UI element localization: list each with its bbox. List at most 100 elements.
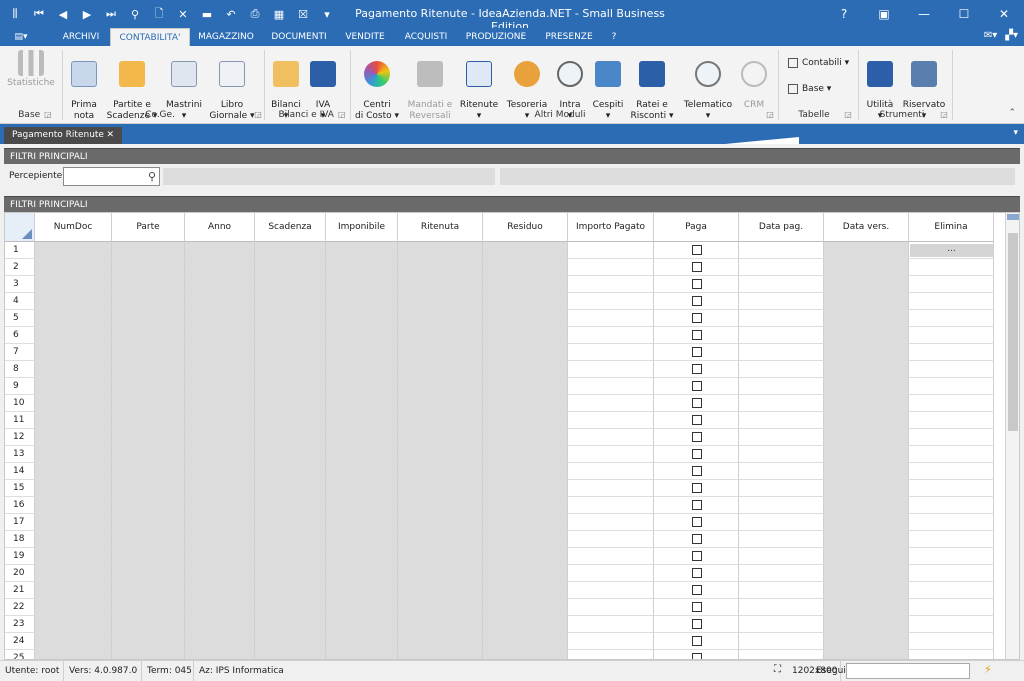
grid-cell[interactable] bbox=[568, 531, 654, 548]
paga-checkbox[interactable] bbox=[691, 262, 702, 272]
scroll-thumb[interactable] bbox=[1008, 233, 1018, 431]
percepiente-input[interactable]: ⚲ bbox=[63, 167, 160, 186]
paga-checkbox[interactable] bbox=[691, 313, 702, 323]
column-header-parte[interactable]: Parte bbox=[112, 213, 185, 242]
grid-cell[interactable] bbox=[654, 259, 739, 276]
grid-cell[interactable] bbox=[654, 293, 739, 310]
table-row[interactable]: 16 bbox=[5, 497, 1005, 514]
grid-cell[interactable] bbox=[654, 616, 739, 633]
grid-cell[interactable] bbox=[909, 548, 994, 565]
grid-cell[interactable] bbox=[739, 395, 824, 412]
table-row[interactable]: 9 bbox=[5, 378, 1005, 395]
first-record-icon[interactable]: ⏮ bbox=[28, 3, 50, 25]
grid-cell[interactable] bbox=[654, 378, 739, 395]
table-row[interactable]: 2 bbox=[5, 259, 1005, 276]
column-header-numdoc[interactable]: NumDoc bbox=[35, 213, 112, 242]
grid-cell[interactable] bbox=[909, 344, 994, 361]
table-row[interactable]: 12 bbox=[5, 429, 1005, 446]
grid-cell[interactable] bbox=[654, 276, 739, 293]
grid-cell[interactable] bbox=[568, 310, 654, 327]
tab-vendite[interactable]: VENDITE bbox=[338, 28, 392, 46]
paga-checkbox[interactable] bbox=[691, 602, 702, 612]
grid-cell[interactable] bbox=[739, 259, 824, 276]
row-number[interactable]: 3 bbox=[5, 276, 35, 293]
dialog-launcher-icon[interactable]: ◲ bbox=[940, 110, 948, 119]
grid-cell[interactable] bbox=[654, 463, 739, 480]
fullscreen-icon[interactable]: ⛶ bbox=[774, 664, 781, 675]
tab-acquisti[interactable]: ACQUISTI bbox=[396, 28, 456, 46]
column-header-elimina[interactable]: Elimina bbox=[909, 213, 994, 242]
column-header-paga[interactable]: Paga bbox=[654, 213, 739, 242]
table-row[interactable]: 8 bbox=[5, 361, 1005, 378]
grid-cell[interactable] bbox=[909, 480, 994, 497]
window-close-icon[interactable]: ✕ bbox=[984, 0, 1024, 28]
row-number[interactable]: 22 bbox=[5, 599, 35, 616]
column-header-scadenza[interactable]: Scadenza bbox=[255, 213, 326, 242]
grid-cell[interactable] bbox=[739, 531, 824, 548]
grid-cell[interactable] bbox=[739, 616, 824, 633]
paga-checkbox[interactable] bbox=[691, 364, 702, 374]
grid-cell[interactable] bbox=[568, 395, 654, 412]
grid-cell[interactable] bbox=[654, 446, 739, 463]
grid-cell[interactable] bbox=[568, 276, 654, 293]
scroll-up-icon[interactable] bbox=[1007, 214, 1019, 220]
grid-cell[interactable] bbox=[568, 446, 654, 463]
row-number[interactable]: 15 bbox=[5, 480, 35, 497]
document-tab[interactable]: Pagamento Ritenute ✕ bbox=[4, 127, 122, 144]
grid-cell[interactable] bbox=[654, 599, 739, 616]
paga-checkbox[interactable] bbox=[691, 636, 702, 646]
paga-checkbox[interactable] bbox=[691, 296, 702, 306]
row-number[interactable]: 2 bbox=[5, 259, 35, 276]
grid-cell[interactable] bbox=[568, 565, 654, 582]
grid-cell[interactable]: ... bbox=[909, 242, 994, 259]
column-header-anno[interactable]: Anno bbox=[185, 213, 255, 242]
paga-checkbox[interactable] bbox=[691, 245, 702, 255]
grid-cell[interactable] bbox=[909, 327, 994, 344]
grid-cell[interactable] bbox=[568, 344, 654, 361]
grid-cell[interactable] bbox=[568, 616, 654, 633]
row-number[interactable]: 8 bbox=[5, 361, 35, 378]
crm-button[interactable]: CRM bbox=[738, 50, 770, 111]
table-row[interactable]: 6 bbox=[5, 327, 1005, 344]
grid-cell[interactable] bbox=[568, 633, 654, 650]
grid-cell[interactable] bbox=[654, 395, 739, 412]
grid-cell[interactable] bbox=[909, 599, 994, 616]
table-row[interactable]: 1... bbox=[5, 242, 1005, 259]
calendar-icon[interactable]: ▦ bbox=[268, 3, 290, 25]
table-row[interactable]: 18 bbox=[5, 531, 1005, 548]
table-row[interactable]: 10 bbox=[5, 395, 1005, 412]
grid-cell[interactable] bbox=[739, 480, 824, 497]
grid-cell[interactable] bbox=[654, 327, 739, 344]
maximize-icon[interactable]: ☐ bbox=[944, 0, 984, 28]
grid-cell[interactable] bbox=[909, 616, 994, 633]
paga-checkbox[interactable] bbox=[691, 585, 702, 595]
table-row[interactable]: 3 bbox=[5, 276, 1005, 293]
column-header-ritenuta[interactable]: Ritenuta bbox=[398, 213, 483, 242]
grid-cell[interactable] bbox=[654, 480, 739, 497]
row-number[interactable]: 10 bbox=[5, 395, 35, 412]
grid-cell[interactable] bbox=[568, 429, 654, 446]
grid-cell[interactable] bbox=[654, 344, 739, 361]
row-number[interactable]: 4 bbox=[5, 293, 35, 310]
grid-cell[interactable] bbox=[568, 361, 654, 378]
table-row[interactable]: 17 bbox=[5, 514, 1005, 531]
statistiche-button[interactable]: Statistiche bbox=[6, 50, 56, 89]
grid-cell[interactable] bbox=[909, 582, 994, 599]
row-number[interactable]: 24 bbox=[5, 633, 35, 650]
column-header-data-vers[interactable]: Data vers. bbox=[824, 213, 909, 242]
table-row[interactable]: 14 bbox=[5, 463, 1005, 480]
table-row[interactable]: 22 bbox=[5, 599, 1005, 616]
grid-cell[interactable] bbox=[568, 582, 654, 599]
row-number[interactable]: 17 bbox=[5, 514, 35, 531]
grid-cell[interactable] bbox=[909, 276, 994, 293]
grid-cell[interactable] bbox=[739, 463, 824, 480]
grid-cell[interactable] bbox=[739, 310, 824, 327]
print-icon[interactable]: ⎙ bbox=[244, 3, 266, 25]
app-menu-icon[interactable]: ⫼ bbox=[4, 3, 26, 25]
grid-cell[interactable] bbox=[654, 412, 739, 429]
grid-cell[interactable] bbox=[654, 531, 739, 548]
table-row[interactable]: 13 bbox=[5, 446, 1005, 463]
table-row[interactable]: 25 bbox=[5, 650, 1005, 659]
grid-cell[interactable] bbox=[909, 429, 994, 446]
grid-cell[interactable] bbox=[909, 412, 994, 429]
